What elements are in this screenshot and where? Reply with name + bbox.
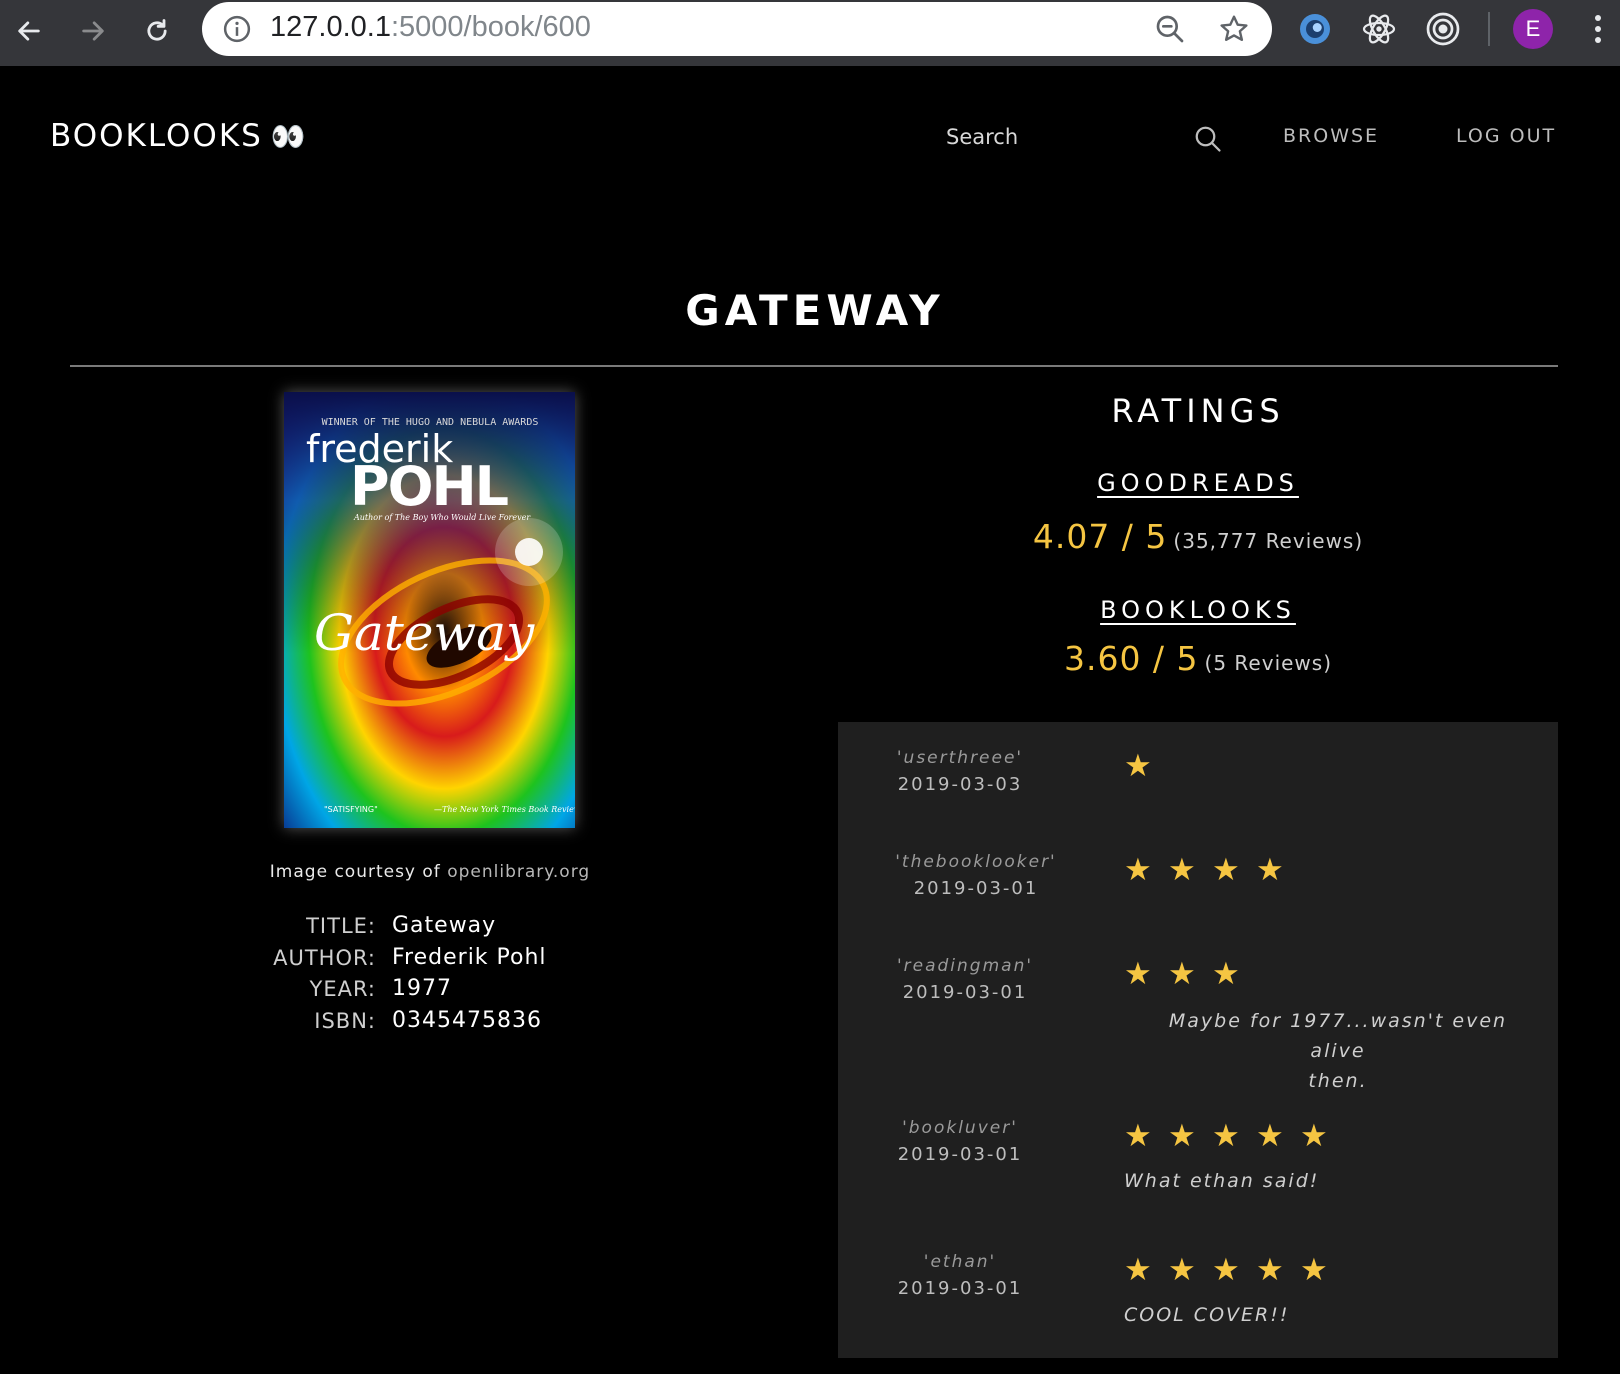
booklooks-heading[interactable]: BOOKLOOKS	[838, 596, 1558, 624]
brand-name: BOOKLOOKS	[50, 118, 263, 154]
star-bookmark-icon[interactable]	[1218, 13, 1250, 45]
star-icon: ★	[1256, 852, 1284, 888]
search-icon[interactable]	[1193, 124, 1223, 154]
booklooks-score: 3.60 / 5 (5 Reviews)	[838, 639, 1558, 678]
browse-link[interactable]: BROWSE	[1283, 125, 1379, 147]
review-date: 2019-03-01	[902, 982, 1028, 1003]
openlibrary-link[interactable]: openlibrary.org	[447, 862, 590, 882]
cover-tagline: Author of The Boy Who Would Live Forever	[353, 513, 531, 522]
review-text-line: then.	[1308, 1070, 1368, 1092]
star-icon: ★	[1300, 1118, 1328, 1154]
target-icon[interactable]	[1425, 11, 1461, 47]
isbn-value: 0345475836	[392, 1008, 542, 1033]
star-icon: ★	[1124, 1252, 1152, 1288]
logout-link[interactable]: LOG OUT	[1456, 125, 1556, 147]
reviews-panel: 'userthreee' 2019-03-03 ★ 'thebooklooker…	[838, 722, 1558, 1358]
back-arrow-icon	[18, 21, 40, 41]
review-text: Maybe for 1977...wasn't even alive then.	[1148, 1006, 1528, 1096]
review-stars: ★ ★ ★ ★ ★	[1124, 1118, 1344, 1154]
cover-author-last: POHL	[350, 455, 508, 518]
reload-icon	[147, 19, 167, 41]
image-credit: Image courtesy of openlibrary.org	[250, 862, 610, 882]
review-date: 2019-03-01	[897, 1144, 1023, 1165]
browser-toolbar: 127.0.0.1:5000/book/600 E	[0, 0, 1620, 66]
star-icon: ★	[1212, 852, 1240, 888]
eyes-icon: 👀	[270, 120, 308, 153]
image-credit-prefix: Image courtesy of	[269, 862, 441, 882]
year-value: 1977	[392, 976, 452, 1001]
booklooks-link[interactable]: BOOKLOOKS	[1100, 596, 1296, 624]
cover-blurb: "SATISFYING"	[324, 805, 378, 814]
review-username: 'readingman'	[896, 956, 1034, 976]
address-bar[interactable]: 127.0.0.1:5000/book/600	[202, 2, 1272, 56]
cover-source: —The New York Times Book Review	[434, 805, 575, 814]
review-stars: ★ ★ ★	[1124, 956, 1256, 992]
review-text: COOL COVER!!	[1124, 1304, 1290, 1326]
star-icon: ★	[1124, 852, 1152, 888]
star-icon: ★	[1124, 956, 1152, 992]
toolbar-separator	[1488, 12, 1490, 46]
extension-swirl-icon[interactable]	[1297, 11, 1333, 47]
forward-arrow-icon	[82, 21, 104, 41]
search-input[interactable]	[946, 117, 1206, 157]
title-value: Gateway	[392, 913, 497, 938]
zoom-icon[interactable]	[1154, 13, 1186, 45]
star-icon: ★	[1212, 1118, 1240, 1154]
star-icon: ★	[1168, 956, 1196, 992]
star-icon: ★	[1124, 1118, 1152, 1154]
goodreads-link[interactable]: GOODREADS	[1097, 469, 1299, 497]
review-username: 'bookluver'	[902, 1118, 1018, 1138]
review-username: 'ethan'	[923, 1252, 997, 1272]
year-label: YEAR:	[309, 977, 376, 1001]
star-icon: ★	[1256, 1252, 1284, 1288]
kebab-menu-icon[interactable]	[1586, 12, 1610, 46]
forward-button[interactable]	[70, 8, 116, 54]
review-text: What ethan said!	[1124, 1170, 1320, 1192]
ratings-heading: RATINGS	[1111, 392, 1285, 430]
booklooks-score-value: 3.60 / 5	[1063, 639, 1199, 678]
review-text-line: Maybe for 1977...wasn't even alive	[1168, 1010, 1508, 1062]
book-cover-image: WINNER OF THE HUGO AND NEBULA AWARDS fre…	[284, 392, 575, 828]
booklooks-review-count: (5 Reviews)	[1204, 651, 1333, 675]
url-path: :5000/book/600	[390, 11, 591, 43]
react-atom-icon[interactable]	[1361, 11, 1397, 47]
back-button[interactable]	[6, 8, 52, 54]
star-icon: ★	[1212, 1252, 1240, 1288]
review-username: 'thebooklooker'	[895, 852, 1057, 872]
star-icon: ★	[1168, 1118, 1196, 1154]
url-host: 127.0.0.1	[270, 11, 391, 43]
review-date: 2019-03-03	[897, 774, 1023, 795]
info-icon[interactable]	[222, 14, 252, 44]
review-date: 2019-03-01	[897, 1278, 1023, 1299]
goodreads-review-count: (35,777 Reviews)	[1173, 529, 1364, 553]
star-icon: ★	[1212, 956, 1240, 992]
review-stars: ★ ★ ★ ★ ★	[1124, 1252, 1344, 1288]
star-icon: ★	[1168, 852, 1196, 888]
cover-title: Gateway	[314, 604, 535, 662]
profile-avatar[interactable]: E	[1513, 9, 1553, 49]
review-date: 2019-03-01	[913, 878, 1039, 899]
book-title-heading: GATEWAY	[685, 286, 945, 335]
brand-logo[interactable]: BOOKLOOKS 👀	[50, 118, 308, 154]
title-label: TITLE:	[306, 914, 376, 938]
reload-button[interactable]	[134, 8, 180, 54]
review-username: 'userthreee'	[896, 748, 1024, 768]
review-stars: ★	[1124, 748, 1168, 784]
isbn-label: ISBN:	[314, 1009, 376, 1033]
url-text[interactable]: 127.0.0.1:5000/book/600	[270, 11, 591, 44]
star-icon: ★	[1300, 1252, 1328, 1288]
author-value: Frederik Pohl	[392, 945, 547, 970]
author-label: AUTHOR:	[273, 946, 376, 970]
star-icon: ★	[1124, 748, 1152, 784]
review-stars: ★ ★ ★ ★	[1124, 852, 1300, 888]
goodreads-heading[interactable]: GOODREADS	[838, 469, 1558, 497]
goodreads-score: 4.07 / 5 (35,777 Reviews)	[838, 517, 1558, 556]
goodreads-score-value: 4.07 / 5	[1032, 517, 1168, 556]
title-divider	[70, 365, 1558, 367]
star-icon: ★	[1168, 1252, 1196, 1288]
star-icon: ★	[1256, 1118, 1284, 1154]
